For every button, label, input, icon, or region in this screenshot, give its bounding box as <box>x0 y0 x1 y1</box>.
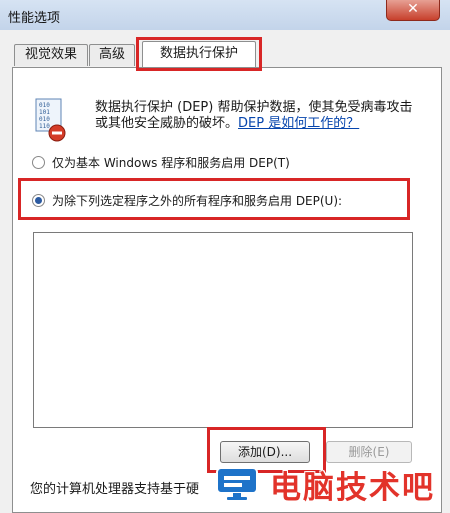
monitor-logo-icon <box>216 467 258 500</box>
dep-help-link[interactable]: DEP 是如何工作的？ <box>238 116 359 131</box>
svg-text:010: 010 <box>39 102 50 109</box>
tab-label: 高级 <box>98 47 125 62</box>
close-button[interactable]: ✕ <box>386 0 440 21</box>
tab-advanced[interactable]: 高级 <box>89 44 135 66</box>
close-icon: ✕ <box>407 1 419 17</box>
radio-essential-only[interactable]: 仅为基本 Windows 程序和服务启用 DEP(T) <box>32 154 290 171</box>
radio-label: 仅为基本 Windows 程序和服务启用 DEP(T) <box>52 156 290 170</box>
dep-description: 数据执行保护 (DEP) 帮助保护数据，使其免受病毒攻击或其他安全威胁的破坏。D… <box>95 100 413 131</box>
svg-text:101: 101 <box>39 109 50 116</box>
tab-visual-effects[interactable]: 视觉效果 <box>14 44 88 66</box>
tab-label: 视觉效果 <box>24 47 77 62</box>
watermark-text: 电脑技术吧 <box>270 470 435 506</box>
program-exception-list[interactable] <box>33 232 413 428</box>
window-title: 性能选项 <box>8 11 61 26</box>
radio-button-unchecked[interactable] <box>32 156 45 169</box>
remove-button[interactable]: 删除(E) <box>326 441 412 463</box>
highlight-radio-box <box>18 178 410 220</box>
processor-support-text: 您的计算机处理器支持基于硬 <box>30 482 200 497</box>
title-bar: 性能选项 ✕ <box>0 0 450 30</box>
dep-shield-icon: 010 101 010 110 <box>35 98 66 142</box>
highlight-tab-box <box>136 37 262 71</box>
svg-text:010: 010 <box>39 116 50 123</box>
svg-text:110: 110 <box>39 123 50 130</box>
